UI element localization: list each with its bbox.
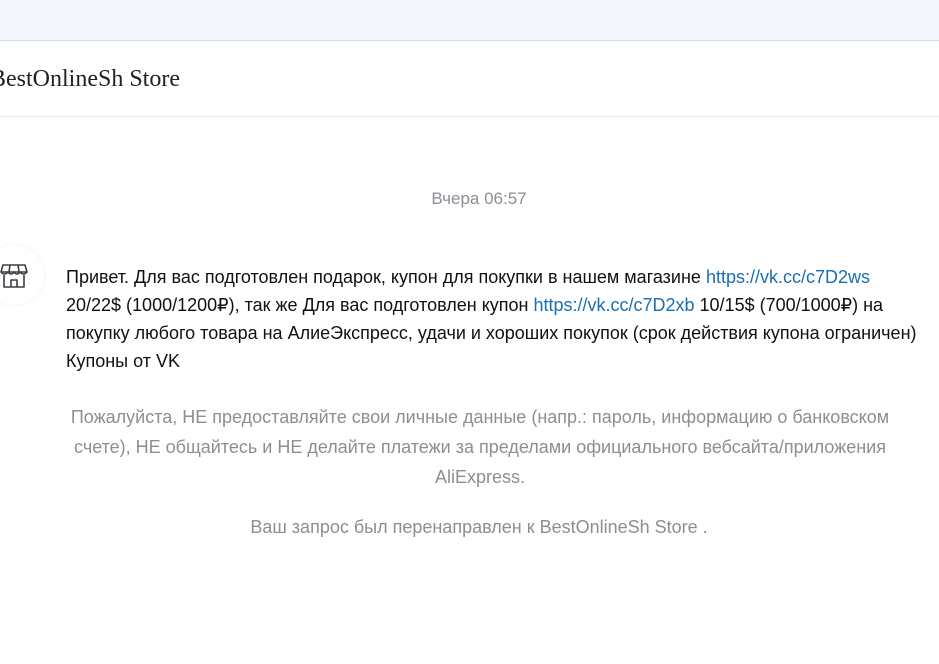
redirect-notice: Ваш запрос был перенаправлен к BestOnlin…	[250, 517, 708, 537]
message-timestamp: Вчера 06:57	[431, 189, 527, 208]
browser-top-strip	[0, 0, 939, 41]
store-title[interactable]: BestOnlineSh Store	[0, 66, 180, 93]
coupon-link-1[interactable]: https://vk.cc/c7D2ws	[706, 267, 870, 287]
store-avatar[interactable]	[0, 245, 44, 305]
store-icon	[0, 264, 28, 288]
message-part-1: Привет. Для вас подготовлен подарок, куп…	[66, 267, 706, 287]
safety-warning: Пожалуйста, НЕ предоставляйте свои личны…	[70, 407, 890, 487]
message-text: Привет. Для вас подготовлен подарок, куп…	[66, 263, 926, 375]
message-part-2: 20/22$ (1000/1200₽), так же Для вас подг…	[66, 295, 534, 315]
chat-header: BestOnlineSh Store	[0, 41, 939, 117]
coupon-link-2[interactable]: https://vk.cc/c7D2xb	[533, 295, 694, 315]
